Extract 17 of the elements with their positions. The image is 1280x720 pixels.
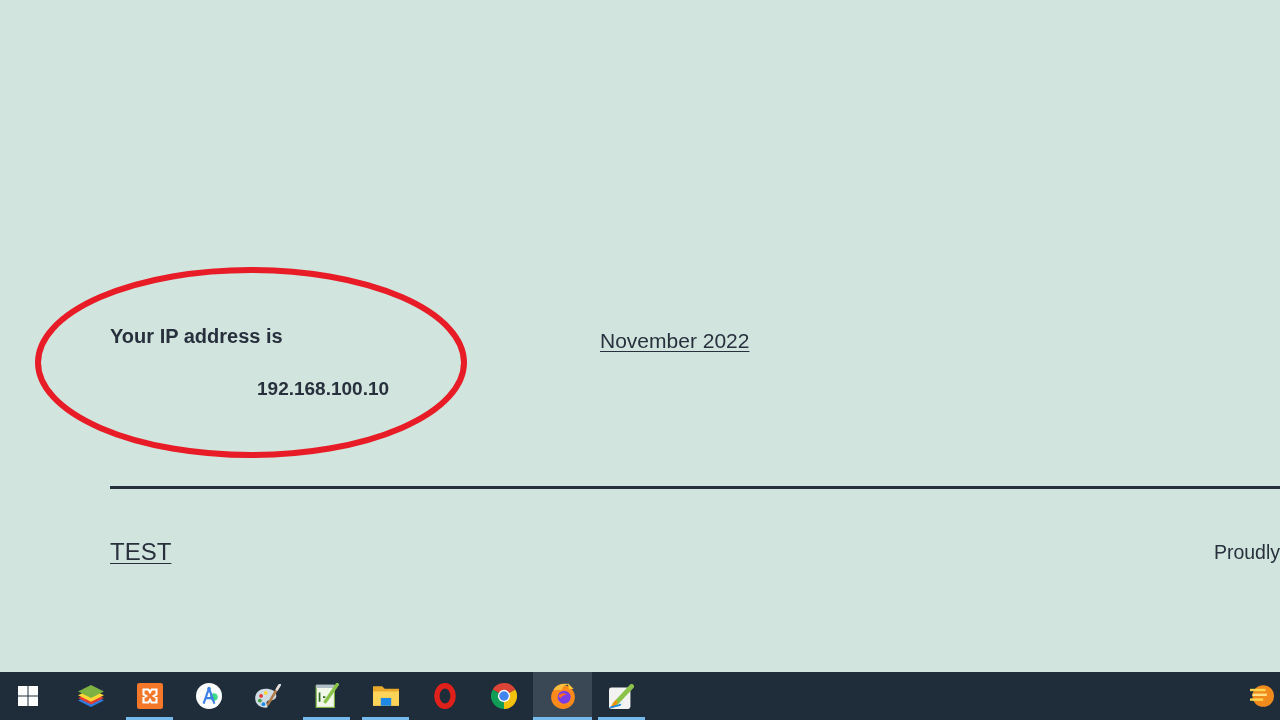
footer-credit-text: Proudly: [1213, 540, 1280, 565]
archive-link[interactable]: November 2022: [600, 327, 750, 355]
widget-title: Your IP address is: [110, 324, 283, 349]
pen-paper-icon: [609, 683, 634, 709]
ip-address: 192.168.100.10: [257, 377, 390, 401]
four-squares-icon: [18, 686, 38, 706]
square-logo-icon: [136, 683, 163, 709]
ring-icon: [433, 683, 456, 709]
site-title-link[interactable]: TEST: [110, 536, 172, 568]
compass-icon: [195, 683, 222, 709]
palette-icon: [254, 683, 281, 709]
notepad-icon: [314, 683, 339, 709]
segmented-circle-icon: [490, 683, 517, 709]
sunset-icon[interactable]: [1250, 685, 1274, 707]
layers-icon: [77, 685, 104, 707]
folder-icon: [372, 686, 399, 706]
flame-globe-icon: [549, 683, 576, 709]
